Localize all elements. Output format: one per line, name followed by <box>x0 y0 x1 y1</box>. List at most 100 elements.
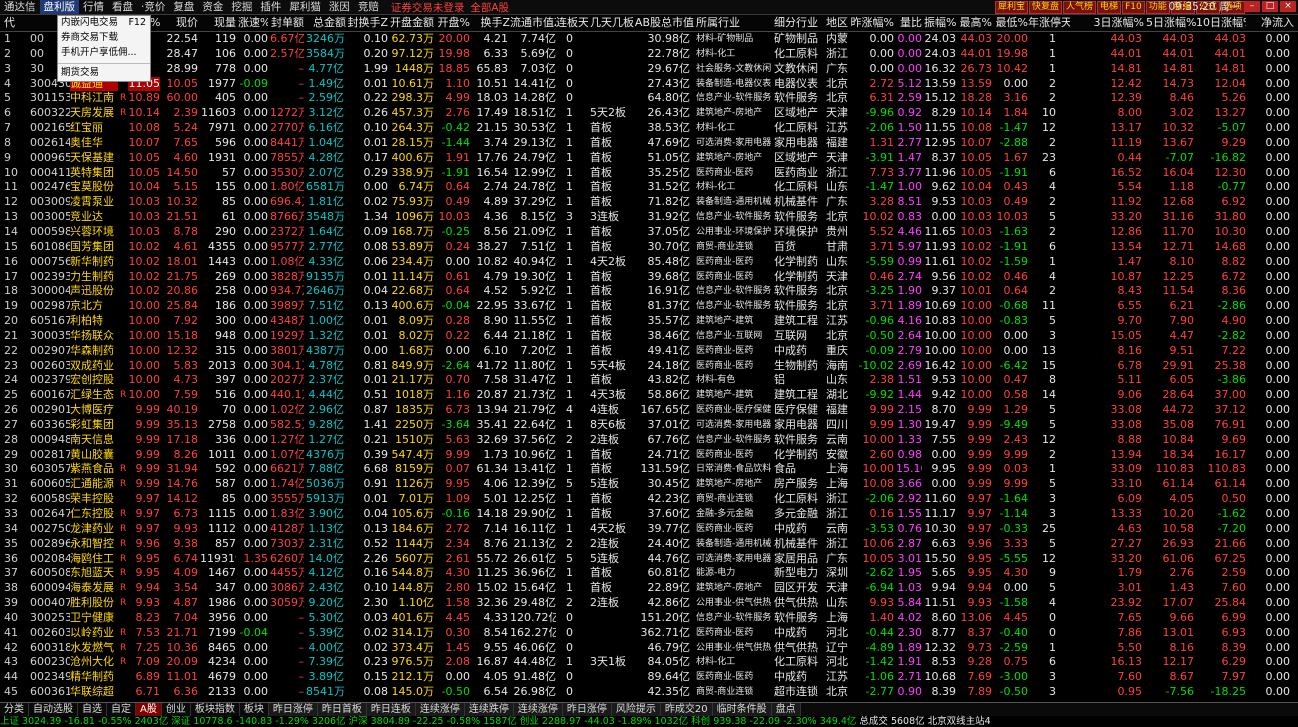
menu-item[interactable]: 资金 <box>198 0 227 14</box>
table-row[interactable]: 3 30 28.99 778 0.00–4.77亿 1.99 1448万 18.85 65.83… <box>0 61 1298 77</box>
table-row[interactable]: 40 300253 卫宁健康 8.23 7.04 3956 0.00 –5.30亿 0.03 40… <box>0 611 1298 626</box>
table-row[interactable]: 32 600589 荣丰控股 9.97 14.12 85 0.00 3555万 5913万 0.0… <box>0 492 1298 507</box>
table-row[interactable]: 13 003005 竞业达 10.03 21.51 61 0.00 8766万 3548万 1.3… <box>0 210 1298 225</box>
dropdown-item[interactable]: 内嵌闪电交易 F12 <box>58 16 150 31</box>
column-header[interactable]: 细分行业 <box>774 15 826 31</box>
tab-item[interactable]: 昨日涨停 <box>268 703 318 716</box>
menu-item[interactable]: 竞赔 <box>354 0 383 14</box>
tab-item[interactable]: 板块指数 <box>191 703 240 716</box>
table-row[interactable]: 1 00 22.54 119 0.00 6.67亿 3246万 0.10 62.73万 20.00… <box>0 32 1298 47</box>
column-header[interactable]: AB股总市值 <box>634 15 694 31</box>
table-row[interactable]: 20 605167 利柏特 10.00 7.92 300 0.00 4348万 1.00亿 0.0… <box>0 314 1298 329</box>
tab-item[interactable]: 自定 <box>107 703 136 716</box>
toolbar-button[interactable]: F10 <box>1122 1 1145 14</box>
column-header[interactable]: 地区 <box>826 15 850 31</box>
column-header[interactable]: 现量 <box>200 15 236 31</box>
column-header[interactable]: 年涨停天 <box>1028 15 1070 31</box>
tab-item[interactable]: 分类 <box>0 703 29 716</box>
menu-item[interactable]: 复盘 <box>169 0 198 14</box>
tab-item[interactable]: 连续涨停 <box>415 703 465 716</box>
tab-item[interactable]: 自动选股 <box>29 703 78 716</box>
toolbar-button[interactable]: 犀利宝 <box>995 1 1029 14</box>
tab-item[interactable]: 盘点 <box>771 703 801 716</box>
maximize-button[interactable]: □ <box>1262 1 1278 12</box>
column-header[interactable]: 振幅% <box>924 15 956 31</box>
toolbar-button[interactable]: 人气榜 <box>1063 1 1097 14</box>
tab-item[interactable]: 自选 <box>78 703 107 716</box>
table-row[interactable]: 8 002614 奥佳华 10.07 7.65 596 0.00 8441万 1.04亿 0.01… <box>0 136 1298 151</box>
column-header[interactable]: 封换手Z <box>346 15 388 31</box>
column-header[interactable]: 涨速% <box>238 15 268 31</box>
tab-item[interactable]: 创业 <box>162 703 191 716</box>
column-header[interactable]: 封单额 <box>270 15 304 31</box>
table-row[interactable]: 25600167汇绿生态R10.007.595160.00440.1万4.44亿… <box>0 388 1298 404</box>
table-row[interactable]: 24 002379 宏创控股 10.00 4.73 397 0.00 2027万 2.37亿 0.… <box>0 373 1298 388</box>
menu-item[interactable]: 涨因 <box>325 0 354 14</box>
column-header[interactable]: 量比 <box>896 15 922 31</box>
table-row[interactable]: 18300004声迅股份10.0220.862580.00934.7万2646万… <box>0 284 1298 299</box>
tab-item[interactable]: A股 <box>136 703 162 716</box>
table-row[interactable]: 45 600361 华联综超 6.71 6.36 2133 0.00 –8541万 0.08 14… <box>0 685 1298 700</box>
menu-item[interactable]: 插件 <box>256 0 285 14</box>
dropdown-item[interactable]: 期货交易 <box>58 66 150 81</box>
table-row[interactable]: 43 600230 沧州大化 R 7.09 20.09 4234 0.00 –7.39亿 0.23… <box>0 655 1298 671</box>
table-row[interactable]: 23002603双成药业10.005.8320130.00304.1万4.78亿… <box>0 358 1298 374</box>
table-row[interactable]: 7 002165 红宝丽 10.08 5.24 7971 0.00 2770万 6.16亿 0.1… <box>0 121 1298 136</box>
column-header[interactable]: 开盘% <box>436 15 470 31</box>
toolbar-button[interactable]: 功能 <box>1145 1 1170 14</box>
close-button[interactable]: × <box>1280 1 1296 12</box>
table-row[interactable]: 6 600322 天房发展 R 10.14 2.39 11603 0.00 1272万 3.12亿… <box>0 106 1298 121</box>
table-row[interactable]: 33 002647 仁东控股 R 9.97 6.73 1115 0.00 1.83亿 3.90亿 0… <box>0 507 1298 522</box>
table-row[interactable]: 41 002603 以岭药业 R 7.53 21.71 7199 -0.04 –5.39亿 0.0… <box>0 625 1298 641</box>
toolbar-button[interactable]: 电梯 <box>1097 1 1122 14</box>
table-row[interactable]: 12003009凌霄泵业10.0310.32850.00696.4万1.81亿0… <box>0 195 1298 210</box>
table-row[interactable]: 14 000598 兴蓉环境 10.03 8.78 290 0.00 2372万 1.64亿 0.… <box>0 225 1298 240</box>
table-row[interactable]: 22 002907 华森制药 10.00 12.32 315 0.00 3801万 4387万 0… <box>0 344 1298 359</box>
table-row[interactable]: 4 300430 诚益通 11.05 10.05 1977 -0.09–1.49亿 0.01 1… <box>0 76 1298 92</box>
table-row[interactable]: 10 000411 英特集团 10.05 14.50 57 0.00 3530万 2.07亿 0.… <box>0 166 1298 181</box>
column-header[interactable]: 最低% <box>994 15 1028 31</box>
table-row[interactable]: 17 002393 力生制药 10.02 21.75 269 0.00 3828万 9135万 0… <box>0 269 1298 285</box>
column-header[interactable]: 3日涨幅% <box>1090 15 1144 31</box>
tab-item[interactable]: 风险提示 <box>611 703 661 716</box>
table-row[interactable]: 16 000756 新华制药 10.02 18.01 1443 0.00 1.08亿 4.33亿… <box>0 255 1298 270</box>
table-row[interactable]: 15 601086 国芳集团 10.02 4.61 4355 0.00 9577万 2.77亿 0… <box>0 239 1298 255</box>
table-row[interactable]: 26 002901 大博医疗 9.99 40.19 70 0.00 1.02亿 2.96亿 0.8… <box>0 403 1298 418</box>
menu-item[interactable]: 盘利版 <box>39 0 79 14</box>
table-row[interactable]: 34 002750 龙津药业 R 9.97 9.93 1112 0.00 4128万 1.13亿 0… <box>0 522 1298 537</box>
dropdown-item[interactable]: 手机开户享低佣... <box>58 46 150 61</box>
menu-item[interactable]: 看盘 <box>108 0 137 14</box>
dropdown-item[interactable]: 券商交易下载 <box>58 31 150 46</box>
table-row[interactable]: 28 000948 南天信息 9.99 17.18 336 0.00 1.27亿 1.27亿 0.… <box>0 433 1298 448</box>
table-row[interactable]: 44 002349 精华制药 6.89 11.01 4679 0.00–3.89亿 0.15 2… <box>0 670 1298 685</box>
toolbar-button[interactable]: 快复盘 <box>1029 1 1063 14</box>
table-row[interactable]: 27603365彩虹集团9.9935.1327580.00582.5万9.28亿… <box>0 417 1298 433</box>
table-row[interactable]: 19 002987 京北方 10.00 25.84 186 0.00 3989万 7.51亿 0.… <box>0 299 1298 315</box>
table-row[interactable]: 21 300035 华扬联众 10.00 15.18 948 0.00 1929万 1.32亿 0… <box>0 328 1298 344</box>
column-header[interactable]: 10日涨幅% <box>1196 15 1246 31</box>
column-header[interactable]: 连板天 <box>556 15 588 31</box>
table-row[interactable]: 11 002476 宝莫股份 10.04 5.15 155 0.00 1.80亿 6581万 0.… <box>0 180 1298 196</box>
table-row[interactable]: 38 600094 海泰发展 R 9.94 3.54 347 0.00 3086万 2.43亿 0.… <box>0 581 1298 596</box>
menu-item[interactable]: ·竞价 <box>137 0 169 14</box>
minimize-button[interactable]: – <box>1244 1 1260 12</box>
column-header[interactable]: 流通市值Z <box>510 15 556 31</box>
column-header[interactable]: 昨涨幅% <box>850 15 894 31</box>
table-row[interactable]: 39 000407 胜利股份 R 9.93 4.87 1986 0.00 3059万 9.20亿 2… <box>0 596 1298 611</box>
column-header[interactable]: 代 <box>4 15 28 31</box>
table-row[interactable]: 31 600605 汇通能源 R 9.99 14.76 587 0.00 1.74亿 5036万 0… <box>0 477 1298 493</box>
table-row[interactable]: 2 00 28.47 106 0.00 2.57亿 3584万 0.20 97.12万 19.98… <box>0 47 1298 62</box>
column-header[interactable]: 现价 <box>162 15 198 31</box>
tab-item[interactable]: 昨成交20 <box>660 703 713 716</box>
menu-item[interactable]: 犀利猫 <box>285 0 325 14</box>
table-row[interactable]: 5 301153 中科江南 R 10.89 60.00 405 0.00–2.59亿 0.22 2… <box>0 91 1298 107</box>
table-row[interactable]: 42 600318 水发燃气 R 7.25 10.36 8465 0.00 –4.00亿 0.02… <box>0 641 1298 656</box>
table-row[interactable]: 9 000965 天保基建 10.05 4.60 1931 0.00 7855万 4.28亿 0.… <box>0 150 1298 166</box>
column-header[interactable]: 几天几板 <box>590 15 634 31</box>
column-header[interactable]: 所属行业 <box>696 15 774 31</box>
tab-item[interactable]: 昨日涨停 <box>562 703 612 716</box>
tab-item[interactable]: 连续跌停 <box>464 703 514 716</box>
column-header[interactable]: 开盘金额 <box>390 15 434 31</box>
menu-item[interactable]: 行情 <box>79 0 108 14</box>
tab-item[interactable]: 昨日连板 <box>366 703 416 716</box>
